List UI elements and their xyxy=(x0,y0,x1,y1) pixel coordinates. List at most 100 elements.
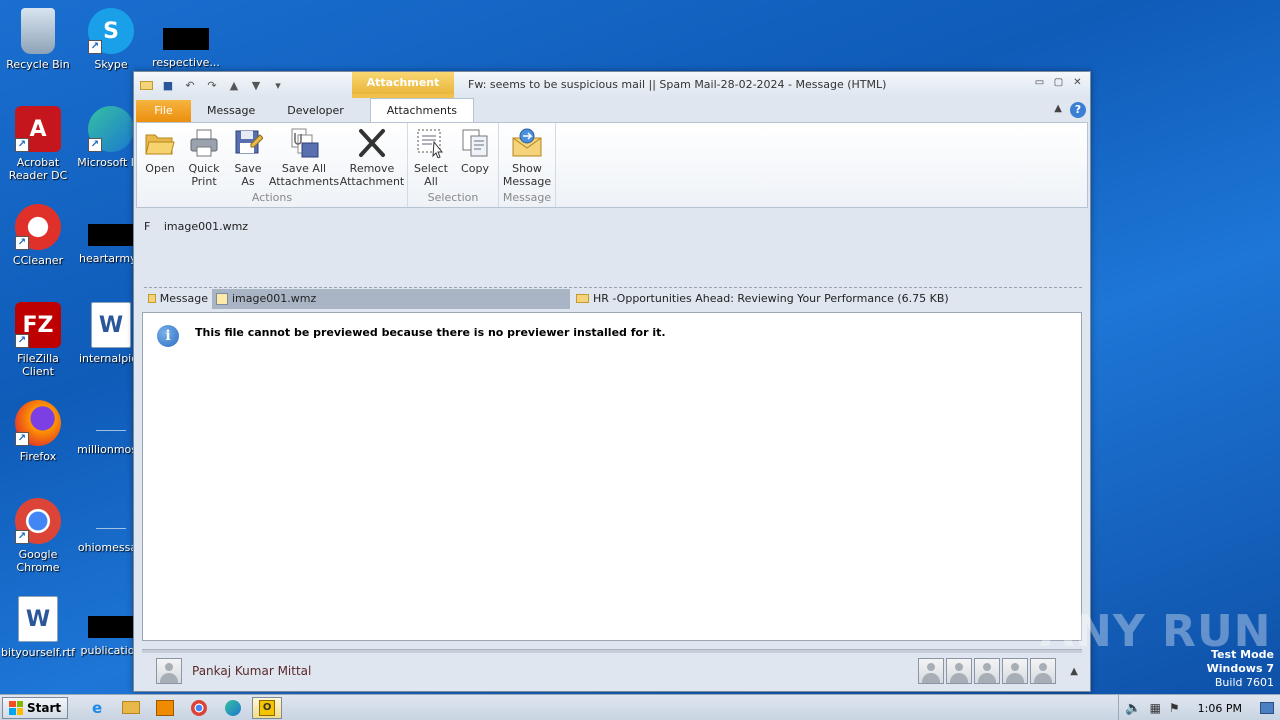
tab-file[interactable]: File xyxy=(136,100,191,122)
redo-icon[interactable]: ↷ xyxy=(204,77,220,93)
recipient-avatar[interactable] xyxy=(1002,658,1028,684)
start-button[interactable]: Start xyxy=(2,696,69,719)
acrobat-icon: A ↗ xyxy=(15,106,61,152)
desktop-icon-chrome[interactable]: ↗ Google Chrome xyxy=(0,498,76,574)
desktop-icon-firefox[interactable]: ↗ Firefox xyxy=(0,400,76,463)
taskbar-edge[interactable] xyxy=(218,697,248,719)
desktop-icon-bityourself[interactable]: W bityourself.rtf xyxy=(0,596,76,659)
show-message-envelope-icon xyxy=(511,127,543,159)
clock[interactable]: 1:06 PM xyxy=(1188,702,1252,715)
word-document-icon: W xyxy=(91,302,131,348)
tab-developer[interactable]: Developer xyxy=(271,100,360,122)
desktop-icon-ccleaner[interactable]: ↗ CCleaner xyxy=(0,204,76,267)
save-icon[interactable]: ■ xyxy=(160,77,176,93)
attachment-preview-pane: i This file cannot be previewed because … xyxy=(142,312,1082,641)
blank-file-icon xyxy=(96,528,126,529)
test-mode-notice: Test Mode Windows 7 Build 7601 xyxy=(1206,648,1274,689)
chrome-icon: ↗ xyxy=(15,498,61,544)
taskbar-chrome[interactable] xyxy=(184,697,214,719)
attachment-tools-context-tab: Attachment Tools xyxy=(352,72,454,111)
window-title: Fw: seems to be suspicious mail || Spam … xyxy=(468,78,887,91)
folder-icon xyxy=(122,701,141,714)
show-desktop-icon[interactable] xyxy=(1260,702,1274,714)
edge-icon xyxy=(225,699,242,716)
group-label-actions: Actions xyxy=(251,191,293,205)
ccleaner-icon: ↗ xyxy=(15,204,61,250)
firefox-icon: ↗ xyxy=(15,400,61,446)
attachment-header: F image001.wmz xyxy=(136,210,1088,280)
recipient-avatar[interactable] xyxy=(918,658,944,684)
outlook-icon: O xyxy=(259,699,276,716)
taskbar: Start e O 🔈 ▦ ⚑ 1:06 PM xyxy=(0,694,1280,720)
save-as-button[interactable]: Save As xyxy=(227,127,269,191)
recipient-avatar[interactable] xyxy=(974,658,1000,684)
expand-people-pane-icon[interactable]: ▲ xyxy=(1070,666,1078,677)
wmz-file-icon xyxy=(216,292,228,305)
redacted-file-icon xyxy=(163,28,209,50)
attachment-tab-message[interactable]: Message xyxy=(144,289,212,309)
envelope-icon xyxy=(138,77,154,93)
desktop-icon-skype[interactable]: S ↗ Skype xyxy=(73,8,149,71)
taskbar-file-explorer[interactable] xyxy=(116,697,146,719)
taskbar-media-player[interactable] xyxy=(150,697,180,719)
word-document-icon: W xyxy=(18,596,58,642)
ribbon-tabs: File Message Developer Attachments xyxy=(134,98,1090,122)
redacted-file-icon xyxy=(88,616,134,638)
save-all-attachments-icon xyxy=(288,127,320,159)
remove-attachment-button[interactable]: Remove Attachment xyxy=(339,127,405,191)
group-message: Show Message Message xyxy=(499,123,556,207)
quick-access-toolbar: ■ ↶ ↷ ▲ ▼ ▾ xyxy=(134,77,286,93)
save-all-attachments-button[interactable]: Save All Attachments xyxy=(269,127,339,191)
maximize-icon[interactable]: ▢ xyxy=(1052,76,1065,89)
select-all-button[interactable]: Select All xyxy=(410,127,452,191)
internet-explorer-icon: e xyxy=(92,698,103,717)
customize-dropdown-icon[interactable]: ▾ xyxy=(270,77,286,93)
horizontal-divider[interactable] xyxy=(142,649,1082,653)
action-center-flag-icon[interactable]: ⚑ xyxy=(1169,701,1180,715)
copy-icon xyxy=(459,127,491,159)
down-arrow-icon[interactable]: ▼ xyxy=(248,77,264,93)
attachment-header-filename[interactable]: image001.wmz xyxy=(164,220,248,233)
open-button[interactable]: Open xyxy=(139,127,181,191)
printer-icon xyxy=(188,127,220,159)
taskbar-outlook[interactable]: O xyxy=(252,696,283,719)
volume-icon[interactable]: 🔈 xyxy=(1125,701,1141,716)
group-label-selection: Selection xyxy=(427,191,479,205)
preview-unavailable-message: This file cannot be previewed because th… xyxy=(195,326,666,339)
windows-logo-icon xyxy=(9,700,23,715)
desktop-icon-acrobat[interactable]: A ↗ Acrobat Reader DC xyxy=(0,106,76,182)
desktop-icon-filezilla[interactable]: FZ ↗ FileZilla Client xyxy=(0,302,76,378)
edge-icon: ↗ xyxy=(88,106,134,152)
folder-open-icon xyxy=(144,127,176,159)
network-icon[interactable]: ▦ xyxy=(1150,701,1161,715)
show-message-button[interactable]: Show Message xyxy=(501,127,553,191)
close-icon[interactable]: ✕ xyxy=(1071,76,1084,89)
attachment-tab-hr-message[interactable]: HR -Opportunities Ahead: Reviewing Your … xyxy=(572,289,953,309)
minimize-icon[interactable]: ▭ xyxy=(1033,76,1046,89)
info-icon: i xyxy=(157,325,179,347)
envelope-icon xyxy=(576,294,589,303)
title-bar: ■ ↶ ↷ ▲ ▼ ▾ Attachment Tools Fw: seems t… xyxy=(134,72,1090,111)
tab-attachments[interactable]: Attachments xyxy=(369,98,475,122)
up-arrow-icon[interactable]: ▲ xyxy=(226,77,242,93)
recipient-avatar[interactable] xyxy=(1030,658,1056,684)
sender-name[interactable]: Pankaj Kumar Mittal xyxy=(192,664,311,678)
message-window: ■ ↶ ↷ ▲ ▼ ▾ Attachment Tools Fw: seems t… xyxy=(133,71,1091,692)
desktop-icon-respective[interactable]: respective... xyxy=(148,16,224,69)
attachment-header-prefix: F xyxy=(144,220,151,233)
help-icon[interactable]: ? xyxy=(1070,102,1086,118)
desktop-icon-recycle-bin[interactable]: Recycle Bin xyxy=(0,8,76,71)
system-tray: 🔈 ▦ ⚑ 1:06 PM xyxy=(1118,695,1280,720)
redacted-file-icon xyxy=(88,224,134,246)
copy-button[interactable]: Copy xyxy=(454,127,496,191)
tab-message[interactable]: Message xyxy=(191,100,271,122)
quick-print-button[interactable]: Quick Print xyxy=(183,127,225,191)
undo-icon[interactable]: ↶ xyxy=(182,77,198,93)
save-as-icon xyxy=(232,127,264,159)
remove-x-icon xyxy=(356,127,388,159)
recipient-avatar[interactable] xyxy=(946,658,972,684)
taskbar-internet-explorer[interactable]: e xyxy=(82,697,112,719)
avatar[interactable] xyxy=(156,658,182,684)
attachment-tab-image001[interactable]: image001.wmz xyxy=(212,288,570,309)
collapse-ribbon-icon[interactable]: ▲ xyxy=(1054,103,1062,114)
